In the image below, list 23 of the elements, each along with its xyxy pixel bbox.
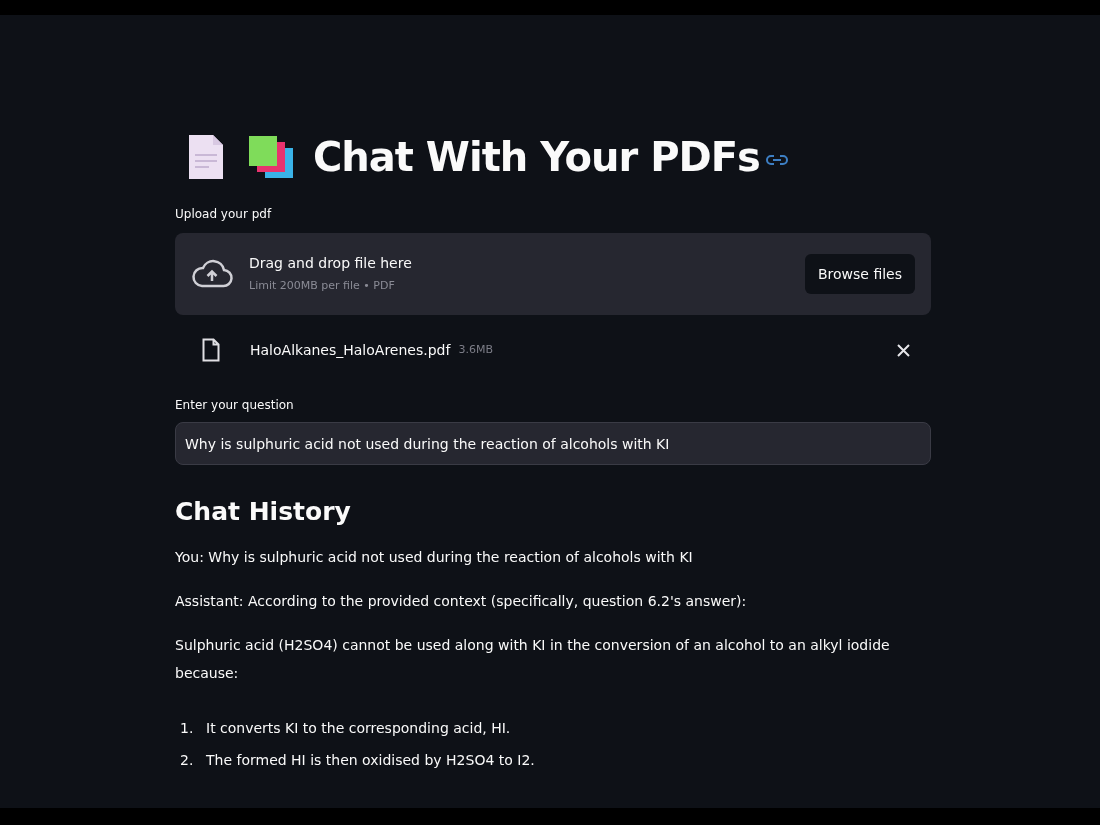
- list-number: 2.: [179, 750, 195, 770]
- file-size: 3.6MB: [458, 341, 493, 358]
- dropzone-text: Drag and drop file here: [249, 254, 413, 274]
- document-icon: [187, 133, 225, 181]
- field-label: Upload your pdf: [175, 206, 273, 223]
- file-dropzone[interactable]: Drag and drop file here Limit 200MB per file • PDF Browse files: [175, 233, 931, 315]
- file-name: HaloAlkanes_HaloArenes.pdf: [250, 340, 451, 360]
- browse-files-button[interactable]: Browse files: [804, 254, 915, 294]
- chat-message: Assistant: According to the provided context (specifically, question 6.2's answer):: [175, 591, 748, 611]
- question-input-field[interactable]: Why is sulphuric acid not used during the reaction of alcohols with KI: [175, 422, 931, 465]
- chat-message: Sulphuric acid (H2SO4) cannot be used along with KI in the conversion of an alcohol to an alkyl iodide because:: [175, 635, 891, 683]
- close-icon[interactable]: [897, 343, 910, 357]
- list-item-text: The formed HI is then oxidised by H2SO4 to I2.: [206, 750, 535, 770]
- page-title: Chat With Your PDFs: [313, 137, 760, 177]
- link-icon[interactable]: [765, 154, 788, 166]
- cloud-upload-icon: [191, 259, 233, 289]
- field-label: Enter your question: [175, 397, 295, 414]
- chat-message: You: Why is sulphuric acid not used during the reaction of alcohols with KI: [175, 547, 694, 567]
- list-number: 1.: [179, 718, 195, 738]
- file-icon: [202, 338, 220, 362]
- list-item-text: It converts KI to the corresponding acid, HI.: [206, 718, 511, 738]
- limit-text: Limit 200MB per file • PDF: [249, 278, 396, 295]
- section-heading: Chat History: [175, 496, 352, 528]
